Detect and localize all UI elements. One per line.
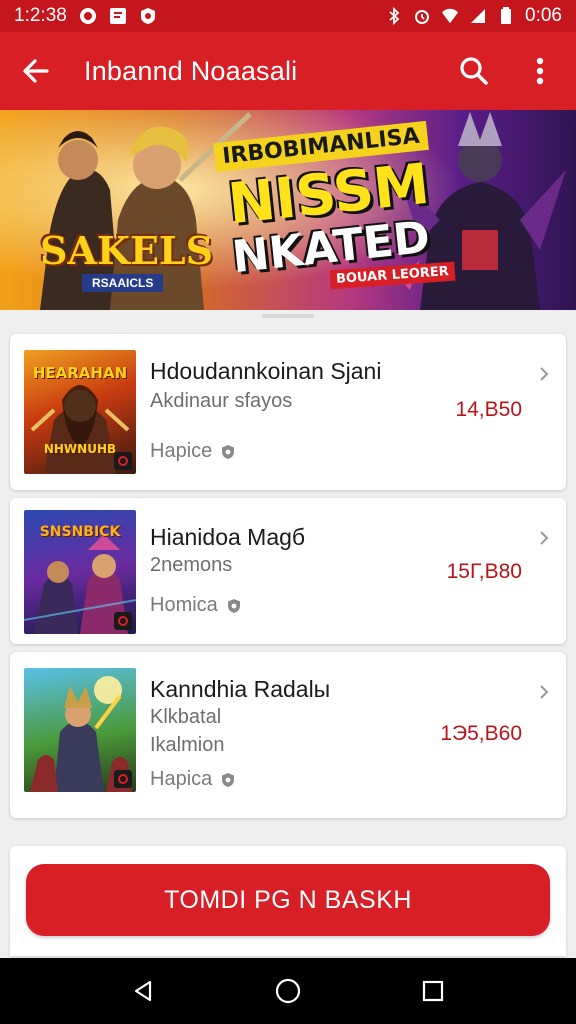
shield-icon	[227, 598, 240, 613]
rating-badge-icon	[114, 612, 132, 630]
rating-badge-icon	[114, 770, 132, 788]
game-thumbnail: SNSNBICK	[24, 510, 136, 634]
back-button[interactable]	[18, 53, 54, 89]
item-name: Hdoudannkoinan Sjani	[150, 358, 382, 384]
bottom-action-panel: TOMDI PG N BASKH	[10, 846, 566, 956]
item-subtitle: 2nemons	[150, 554, 233, 576]
shield-icon	[222, 772, 235, 787]
status-clock: 0:06	[525, 5, 562, 26]
banner-logo-text: SAKELS	[40, 228, 214, 273]
chevron-right-icon	[540, 367, 549, 381]
game-thumbnail: HEARAHAN NHWNUHB	[24, 350, 136, 474]
game-thumbnail	[24, 668, 136, 792]
item-tag-label: Hapice	[150, 440, 213, 462]
promo-banner[interactable]: SAKELS RSAAICLS IRBOBIMANLISA NISSM NKAT…	[0, 110, 576, 310]
chevron-right-icon	[540, 685, 549, 699]
status-bar: 1:2:38 0:06	[0, 0, 576, 32]
list-item[interactable]: Kanndhia Radalы Klkbatal Ikalmion Hapica…	[10, 652, 566, 818]
thumbnail-title: HEARAHAN	[32, 364, 128, 382]
item-tag: Hapica	[150, 768, 236, 791]
message-icon	[109, 7, 127, 25]
item-tag-label: Hapica	[150, 768, 213, 790]
item-price: 14,B50	[455, 398, 522, 421]
primary-action-button[interactable]: TOMDI PG N BASKH	[26, 864, 550, 936]
item-price: 1Э5,B60	[440, 722, 522, 745]
search-button[interactable]	[456, 53, 492, 89]
signal-icon	[469, 7, 487, 25]
drag-handle[interactable]	[262, 314, 314, 318]
nav-home-button[interactable]	[268, 971, 308, 1011]
notification-icon	[79, 7, 97, 25]
nav-recents-button[interactable]	[413, 971, 453, 1011]
list-item[interactable]: HEARAHAN NHWNUHB Hdoudannkoinan Sjani Ak…	[10, 334, 566, 490]
rating-badge-icon	[114, 452, 132, 470]
wifi-icon	[441, 7, 459, 25]
status-time: 1:2:38	[14, 5, 67, 26]
banner-logo-subtitle: RSAAICLS	[82, 274, 164, 292]
item-name: Hianidoa Magб	[150, 524, 306, 550]
arrow-left-icon	[23, 59, 49, 83]
item-price: 15Г,B80	[446, 560, 522, 583]
thumbnail-title: SNSNBICK	[39, 524, 121, 540]
battery-icon	[497, 7, 515, 25]
item-tag: Homica	[150, 594, 242, 617]
circle-home-icon	[275, 978, 301, 1004]
triangle-back-icon	[134, 980, 151, 1002]
shield-icon	[222, 444, 235, 459]
nav-back-button[interactable]	[123, 971, 163, 1011]
item-tag-label: Homica	[150, 594, 218, 616]
bluetooth-icon	[385, 7, 403, 25]
chevron-right-icon	[540, 531, 549, 545]
item-subtitle: Klkbatal	[150, 706, 222, 728]
app-bar: Inbannd Noaasali	[0, 32, 576, 110]
more-vertical-icon	[536, 57, 544, 85]
list-item[interactable]: SNSNBICK Hianidoa Magб 2nemons Homica 15…	[10, 498, 566, 644]
search-icon	[460, 57, 488, 85]
item-subtitle: Akdinaur sfayos	[150, 390, 293, 412]
more-options-button[interactable]	[522, 53, 558, 89]
system-navigation-bar	[0, 958, 576, 1024]
page-title: Inbannd Noaasali	[84, 55, 298, 86]
alarm-icon	[413, 7, 431, 25]
item-tag: Hapice	[150, 440, 236, 463]
item-subtitle-second: Ikalmion	[150, 734, 225, 756]
square-recents-icon	[423, 980, 444, 1002]
item-name: Kanndhia Radalы	[150, 676, 331, 702]
shield-status-icon	[139, 7, 157, 25]
